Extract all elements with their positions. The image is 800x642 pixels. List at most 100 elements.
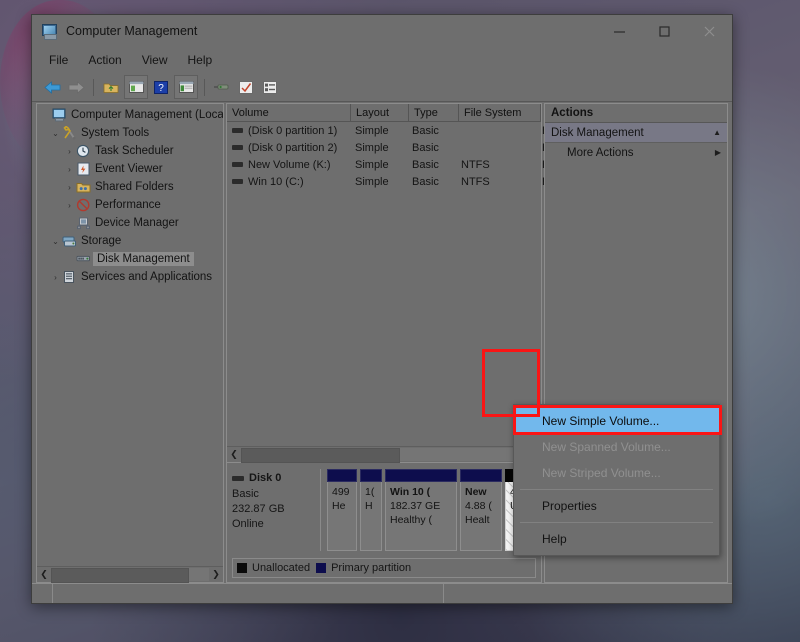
volume-horizontal-scrollbar[interactable]: ❮ ❯ [227,446,541,463]
cell-type: Basic [412,175,439,188]
tree-item-task-scheduler[interactable]: › Task Scheduler [37,142,223,160]
tree-expander[interactable]: › [63,201,76,210]
tree-item-storage[interactable]: ⌄ Storage [37,232,223,250]
cell-layout: Simple [355,124,389,137]
disk-management-icon [76,252,91,266]
disk-info-panel[interactable]: Disk 0 Basic 232.87 GB Online [232,469,321,551]
tree-expander[interactable]: ⌄ [49,237,62,246]
context-menu-item-new-simple-volume[interactable]: New Simple Volume... [514,408,719,434]
tree-item-system-tools[interactable]: ⌄ System Tools [37,124,223,142]
actions-group-disk-management[interactable]: Disk Management ▲ [545,123,727,143]
partition-block-new-volume[interactable]: New 4.88 ( Healt [460,469,502,551]
scrollbar-thumb[interactable] [241,448,401,463]
tree-item-label: Shared Folders [95,181,174,193]
partition-strip: 499 He 1( H Win 10 (182.37 GE Healthy (… [321,469,555,551]
cell-layout: Simple [355,158,389,171]
status-segment-right [444,584,732,603]
table-row[interactable]: Win 10 (C:) Simple Basic NTFS Healthy [227,173,579,190]
rescan-disks-icon[interactable] [211,76,233,98]
up-folder-icon[interactable] [100,76,122,98]
chevron-right-icon[interactable]: ▶ [715,148,721,157]
partition-body: Win 10 ( 182.37 GE Healthy ( [385,482,457,551]
scrollbar-track[interactable] [241,448,527,463]
tree-item-label: Device Manager [95,217,179,229]
status-segment-middle [53,584,444,603]
tree-item-label: Computer Management (Local [71,109,223,121]
minimize-button[interactable] [597,15,642,47]
tree-item-device-manager[interactable]: Device Manager [37,214,223,232]
scroll-right-icon[interactable]: ❯ [209,568,223,581]
help-icon[interactable]: ? [150,76,172,98]
cell-file-system: NTFS [461,175,490,188]
cell-volume-label: (Disk 0 partition 2) [248,141,338,154]
column-header-volume[interactable]: Volume [227,104,351,121]
context-menu-separator [520,522,713,523]
legend-item-unallocated: Unallocated [237,562,310,574]
tree-expander[interactable]: › [63,165,76,174]
tree-item-performance[interactable]: › Performance [37,196,223,214]
scrollbar-thumb[interactable] [51,568,189,583]
tree-expander[interactable]: › [63,183,76,192]
tree-horizontal-scrollbar[interactable]: ❮ ❯ [37,566,223,583]
context-menu-item-help[interactable]: Help [514,526,719,552]
tree-expander[interactable]: › [63,147,76,156]
back-arrow-icon[interactable] [41,76,63,98]
status-segment-left [32,584,53,603]
event-viewer-icon [76,162,91,176]
menu-view[interactable]: View [133,50,177,70]
column-header-file-system[interactable]: File System [459,104,541,121]
partition-block-2[interactable]: 1( H [360,469,382,551]
partition-name: Win 10 ( [390,486,431,498]
properties-icon[interactable] [235,76,257,98]
menu-help[interactable]: Help [179,50,222,70]
maximize-button[interactable] [642,15,687,47]
partition-status: H [365,500,373,512]
computer-icon [41,23,58,40]
show-hide-action-pane-icon[interactable] [174,75,198,99]
disk-management-pane: Volume Layout Type File System Status (D… [226,103,607,583]
tree-item-label: Performance [95,199,161,211]
column-header-type[interactable]: Type [409,104,459,121]
list-view-icon[interactable] [259,76,281,98]
scroll-left-icon[interactable]: ❮ [227,448,241,461]
volume-table-header: Volume Layout Type File System Status [227,104,607,122]
context-menu-item-new-spanned-volume: New Spanned Volume... [542,440,671,454]
table-row[interactable]: (Disk 0 partition 1) Simple Basic Health… [227,122,579,139]
scroll-left-icon[interactable]: ❮ [37,568,51,581]
chevron-up-icon[interactable]: ▲ [713,128,721,137]
tree-expander[interactable]: › [49,273,62,282]
column-header-layout[interactable]: Layout [351,104,409,121]
scrollbar-track[interactable] [51,568,209,583]
menu-file[interactable]: File [40,50,77,70]
sidebar-item-label: Disk Management [93,252,194,266]
table-row[interactable]: (Disk 0 partition 2) Simple Basic Health… [227,139,579,156]
actions-item-more-actions[interactable]: More Actions ▶ [545,143,727,162]
device-manager-icon [76,216,91,230]
forward-arrow-icon[interactable] [65,76,87,98]
table-row[interactable]: New Volume (K:) Simple Basic NTFS Health… [227,156,579,173]
partition-status: Healt [465,514,490,526]
partition-color-bar [360,469,382,482]
console-tree-pane: Computer Management (Local ⌄ System Tool… [36,103,224,583]
close-button[interactable] [687,15,732,47]
partition-block-win10[interactable]: Win 10 ( 182.37 GE Healthy ( [385,469,457,551]
tree-item-event-viewer[interactable]: › Event Viewer [37,160,223,178]
tree-item-services-and-applications[interactable]: › Services and Applications [37,268,223,286]
volume-icon [232,145,243,150]
toolbar-separator [204,78,205,96]
tree-item-shared-folders[interactable]: › Shared Folders [37,178,223,196]
tree-item-label: Services and Applications [81,271,213,283]
legend-item-primary-partition: Primary partition [316,562,411,574]
partition-block-1[interactable]: 499 He [327,469,357,551]
tree-expander[interactable]: ⌄ [49,129,62,138]
show-hide-console-tree-icon[interactable] [124,75,148,99]
computer-icon [52,108,67,122]
context-menu-item-properties[interactable]: Properties [514,493,719,519]
tree-item-computer-management[interactable]: Computer Management (Local [37,106,223,124]
menu-action[interactable]: Action [79,50,130,70]
context-menu-separator [520,489,713,490]
partition-status: Healthy ( [390,514,433,526]
disk-icon [232,476,244,481]
sidebar-item-disk-management[interactable]: Disk Management [37,250,223,268]
cell-volume: Win 10 (C:) [227,176,350,188]
